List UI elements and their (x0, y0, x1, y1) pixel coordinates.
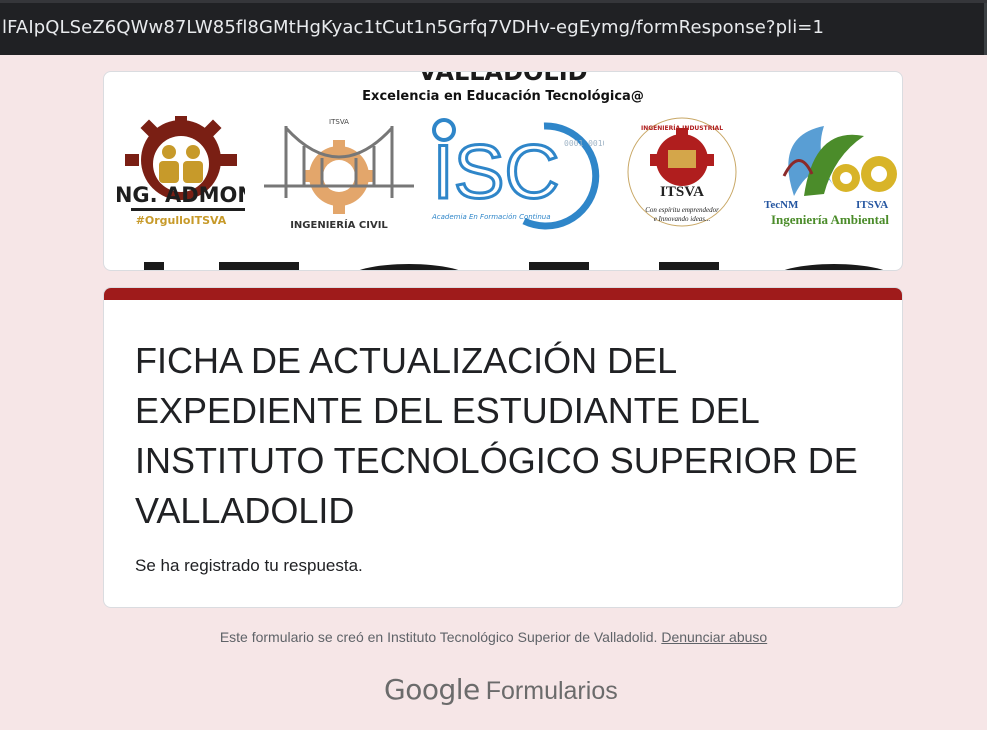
svg-text:#OrgulloITSVA: #OrgulloITSVA (136, 214, 227, 227)
svg-text:INGENIERÍA CIVIL: INGENIERÍA CIVIL (290, 218, 388, 231)
banner-top-text: VALLADOLID (418, 71, 588, 86)
svg-text:ISC: ISC (433, 130, 560, 215)
banner-bottom-lettering (144, 262, 884, 270)
google-forms-logo[interactable]: Google Formularios (384, 673, 618, 706)
svg-text:Ingeniería Ambiental: Ingeniería Ambiental (771, 212, 889, 227)
confirmation-message: Se ha registrado tu respuesta. (135, 556, 363, 575)
ing-admon-logo: ING. ADMON #OrgulloITSVA (117, 116, 245, 227)
svg-text:TecNM: TecNM (764, 199, 799, 211)
report-abuse-link[interactable]: Denunciar abuso (661, 629, 767, 645)
google-wordmark: Google (384, 673, 480, 706)
svg-text:ING. ADMON: ING. ADMON (117, 183, 245, 207)
banner-slogan: Excelencia en Educación Tecnológica@ (362, 89, 644, 104)
ingenieria-industrial-logo: INGENIERÍA INDUSTRIAL ITSVA Con espíritu… (627, 117, 737, 227)
card-accent-bar (104, 288, 902, 300)
svg-text:ITSVA: ITSVA (660, 184, 704, 200)
footer-note-text: Este formulario se creó en Instituto Tec… (219, 629, 658, 645)
header-banner-image: VALLADOLID Excelencia en Educación Tecno… (103, 71, 903, 271)
ingenieria-civil-logo: ITSVA INGENIERÍA CIVIL (264, 118, 414, 231)
svg-text:ITSVA: ITSVA (856, 199, 888, 211)
forms-wordmark: Formularios (485, 677, 618, 705)
svg-text:e Innovando ideas...: e Innovando ideas... (654, 215, 711, 223)
svg-text:Academia En Formación Continua: Academia En Formación Continua (431, 213, 551, 221)
url-text[interactable]: lFAIpQLSeZ6QWw87LW85fl8GMtHgKyac1tCut1n5… (2, 17, 824, 38)
isc-logo: ISC 0001 0010 1100 Academia En Formación… (431, 118, 604, 230)
svg-text:Con espíritu emprendedor: Con espíritu emprendedor (645, 206, 719, 214)
browser-address-bar[interactable]: lFAIpQLSeZ6QWw87LW85fl8GMtHgKyac1tCut1n5… (0, 0, 987, 55)
svg-text:ITSVA: ITSVA (329, 118, 349, 126)
ingenieria-ambiental-logo: TecNM ITSVA Ingeniería Ambiental (764, 126, 897, 227)
confirmation-card: FICHA DE ACTUALIZACIÓN DEL EXPEDIENTE DE… (103, 287, 903, 608)
svg-text:0001 0010 1100: 0001 0010 1100 (564, 139, 604, 148)
footer-note: Este formulario se creó en Instituto Tec… (0, 629, 987, 645)
form-title: FICHA DE ACTUALIZACIÓN DEL EXPEDIENTE DE… (135, 340, 858, 531)
